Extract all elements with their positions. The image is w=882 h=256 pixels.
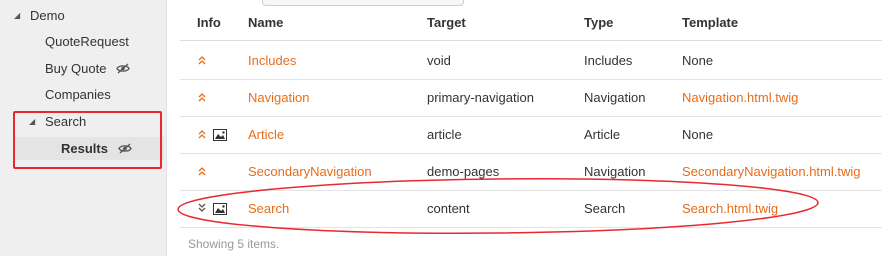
row-info bbox=[197, 201, 227, 215]
tree-item-label: Results bbox=[61, 141, 108, 156]
column-header-name[interactable]: Name bbox=[248, 14, 283, 32]
element-name-link[interactable]: Includes bbox=[248, 52, 296, 69]
element-name-link[interactable]: Navigation bbox=[248, 89, 309, 106]
page-tree-sidebar: ◢ Demo QuoteRequest Buy Quote Companies … bbox=[0, 0, 167, 256]
column-header-template[interactable]: Template bbox=[682, 14, 738, 32]
element-name-link[interactable]: Article bbox=[248, 126, 284, 143]
tree-item-label: Companies bbox=[45, 87, 111, 102]
row-info bbox=[197, 164, 207, 178]
element-name-link[interactable]: SecondaryNavigation bbox=[248, 163, 372, 180]
template-cell: None bbox=[682, 127, 714, 142]
template-link[interactable]: Search.html.twig bbox=[682, 200, 778, 217]
target-cell: void bbox=[427, 53, 451, 68]
type-cell: Navigation bbox=[584, 90, 646, 105]
tree-item-buy-quote[interactable]: Buy Quote bbox=[45, 59, 130, 79]
chevron-down-icon[interactable] bbox=[197, 201, 207, 215]
type-cell: Navigation bbox=[584, 164, 646, 179]
image-icon bbox=[212, 129, 227, 141]
type-cell: Search bbox=[584, 201, 626, 216]
table-row[interactable]: Search content Search Search.html.twig bbox=[180, 190, 882, 228]
column-header-type[interactable]: Type bbox=[584, 14, 613, 32]
toolbar-tab-edge bbox=[262, 0, 464, 6]
chevron-up-icon[interactable] bbox=[197, 164, 207, 178]
target-cell: demo-pages bbox=[427, 164, 500, 179]
element-name-link[interactable]: Search bbox=[248, 200, 289, 217]
eye-slash-icon bbox=[116, 60, 130, 80]
chevron-up-icon[interactable] bbox=[197, 127, 207, 141]
type-cell: Includes bbox=[584, 53, 633, 68]
tree-item-label: Buy Quote bbox=[45, 61, 107, 76]
target-cell: content bbox=[427, 201, 470, 216]
expanded-arrow-icon[interactable]: ◢ bbox=[29, 112, 35, 132]
template-cell: None bbox=[682, 53, 714, 68]
table-row[interactable]: SecondaryNavigation demo-pages Navigatio… bbox=[180, 153, 882, 191]
tree-item-companies[interactable]: Companies bbox=[45, 85, 111, 105]
table-row[interactable]: Navigation primary-navigation Navigation… bbox=[180, 79, 882, 117]
type-cell: Article bbox=[584, 127, 621, 142]
content-grid: Info Name Target Type Template Includes … bbox=[180, 0, 882, 256]
grid-header: Info Name Target Type Template bbox=[180, 7, 882, 41]
eye-slash-icon bbox=[117, 140, 132, 160]
grid-footer-summary: Showing 5 items. bbox=[188, 237, 280, 251]
tree-item-label: QuoteRequest bbox=[45, 34, 129, 49]
template-link[interactable]: Navigation.html.twig bbox=[682, 89, 798, 106]
row-info bbox=[197, 90, 207, 104]
expanded-arrow-icon[interactable]: ◢ bbox=[14, 6, 20, 26]
row-info bbox=[197, 53, 207, 67]
column-header-target[interactable]: Target bbox=[427, 14, 466, 32]
table-row[interactable]: Article article Article None bbox=[180, 116, 882, 154]
tree-item-label: Demo bbox=[30, 8, 65, 23]
tree-item-results[interactable]: Results bbox=[61, 139, 132, 159]
table-row[interactable]: Includes void Includes None bbox=[180, 42, 882, 80]
target-cell: primary-navigation bbox=[427, 90, 534, 105]
image-icon bbox=[212, 203, 227, 215]
tree-item-quoterequest[interactable]: QuoteRequest bbox=[45, 32, 129, 52]
target-cell: article bbox=[427, 127, 462, 142]
template-link[interactable]: SecondaryNavigation.html.twig bbox=[682, 163, 860, 180]
tree-item-label: Search bbox=[45, 114, 87, 129]
chevron-up-icon[interactable] bbox=[197, 90, 207, 104]
row-info bbox=[197, 127, 227, 141]
chevron-up-icon[interactable] bbox=[197, 53, 207, 67]
column-header-info[interactable]: Info bbox=[197, 14, 221, 32]
